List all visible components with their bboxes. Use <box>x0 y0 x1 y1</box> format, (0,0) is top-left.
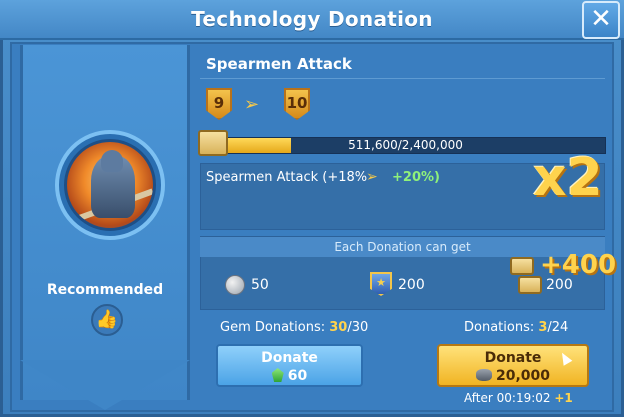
bonus-arrow-icon: ➢ <box>366 169 378 185</box>
silver-reward: 50 <box>251 277 269 293</box>
bonus-points: +400 <box>540 250 617 280</box>
tech-scroll-icon <box>510 257 534 275</box>
donations-counter: Donations: 3/24 <box>464 320 568 335</box>
stone-cost-value: 20,000 <box>495 368 551 384</box>
cooldown-timer: After 00:19:02 +1 <box>464 391 573 405</box>
cooldown-plus: +1 <box>554 391 573 405</box>
bonus-label: Spearmen Attack (+18% <box>206 170 368 185</box>
stone-donate-cost: 20,000 <box>439 368 587 384</box>
gem-donate-label: Donate <box>261 350 318 366</box>
gem-donations-total: /30 <box>347 320 369 335</box>
level-arrow-icon: ➢ <box>244 94 260 115</box>
soldier-helmet-shape <box>101 150 123 172</box>
multiplier-badge: x2 <box>533 148 603 208</box>
thumbs-up-icon: 👍 <box>95 309 119 330</box>
gem-donations-count: 30 <box>329 320 348 335</box>
tech-book-icon <box>198 130 228 156</box>
gem-donate-cost: 60 <box>218 368 361 384</box>
cooldown-label: After 00:19:02 <box>464 391 551 405</box>
spearman-portrait-icon[interactable] <box>64 139 156 231</box>
gem-icon <box>271 368 284 382</box>
gem-cost-value: 60 <box>287 368 308 384</box>
bonus-value: +20%) <box>392 170 440 185</box>
close-icon: ✕ <box>590 4 612 34</box>
stone-icon <box>475 369 492 381</box>
gem-donate-button[interactable]: Donate 60 <box>216 344 363 387</box>
silver-coin-icon <box>225 275 245 295</box>
thumbs-up-button[interactable]: 👍 <box>91 304 123 336</box>
title-bar: Technology Donation <box>0 0 624 40</box>
donations-label: Donations: <box>464 320 539 335</box>
donations-total: /24 <box>547 320 569 335</box>
dialog-title: Technology Donation <box>191 7 433 31</box>
tech-scroll-icon-2 <box>518 276 542 294</box>
gem-donations-counter: Gem Donations: 30/30 <box>220 320 368 335</box>
close-button[interactable]: ✕ <box>582 1 620 39</box>
tech-name: Spearmen Attack <box>206 55 352 73</box>
recommended-label: Recommended <box>46 282 164 298</box>
gem-donations-label: Gem Donations: <box>220 320 330 335</box>
divider <box>200 78 605 79</box>
badge-reward: 200 <box>398 277 425 293</box>
